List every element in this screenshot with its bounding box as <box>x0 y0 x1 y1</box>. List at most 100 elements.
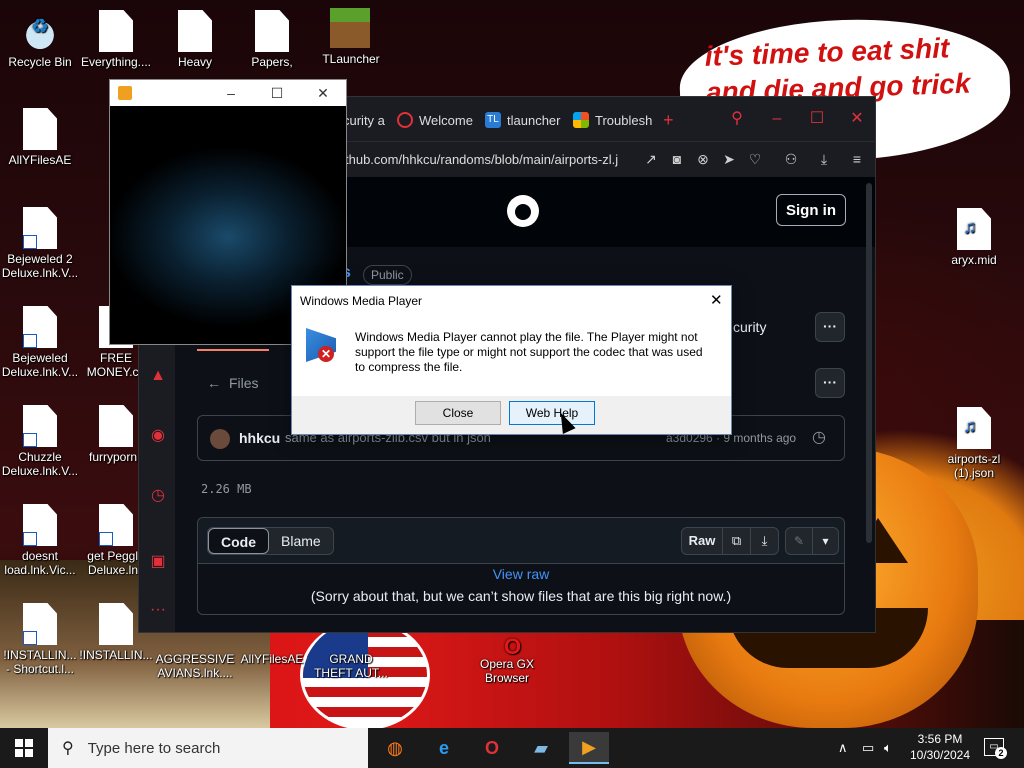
sign-in-button[interactable]: Sign in <box>776 194 846 226</box>
commit-author[interactable]: hhkcu <box>239 430 280 446</box>
microsoft-icon <box>573 112 589 128</box>
share-icon[interactable]: ↗ <box>643 151 659 167</box>
player-icon[interactable]: ◉ <box>149 427 167 445</box>
tab-code[interactable]: Code <box>208 528 269 554</box>
file-manager-icon[interactable]: ▰ <box>521 732 561 764</box>
copy-icon[interactable]: ⧉ <box>722 528 750 554</box>
media-player-icon <box>118 86 132 100</box>
tab-troubleshoot[interactable]: Troublesh <box>573 109 652 131</box>
opera-gx-icon[interactable]: O <box>472 732 512 764</box>
view-raw-link[interactable]: View raw <box>198 566 844 582</box>
desktop-icon-installing-shortcut[interactable]: !INSTALLIN... - Shortcut.l... <box>0 603 80 676</box>
file-size: 2.26 MB <box>201 482 252 496</box>
media-player-icon[interactable]: ▶ <box>569 732 609 764</box>
active-tab-underline <box>197 349 269 351</box>
dialog-footer: Close Web Help <box>292 396 731 434</box>
send-icon[interactable]: ➤ <box>721 151 737 167</box>
error-dialog: Windows Media Player ✕ ✕ Windows Media P… <box>291 285 732 435</box>
desktop-icon-allyfilesae[interactable]: AllYFilesAE <box>0 108 80 167</box>
visibility-badge: Public <box>363 265 412 285</box>
file-toolbar: Code Blame Raw ⧉ ⤓ ✎ ▾ <box>198 518 844 564</box>
url-field[interactable]: thub.com/hhkcu/randoms/blob/main/airport… <box>345 152 618 167</box>
menu-icon[interactable]: ≡ <box>849 151 865 167</box>
firefox-icon[interactable]: ◍ <box>375 732 415 764</box>
desktop-icon-allyfilesae-2[interactable]: AllYFilesAE <box>232 652 312 666</box>
close-icon[interactable]: ✕ <box>300 85 346 102</box>
desktop-icon-airports-json[interactable]: airports-zl (1).json <box>934 407 1014 480</box>
desktop-icon-bejeweled-2[interactable]: Bejeweled 2 Deluxe.lnk.V... <box>0 207 80 280</box>
close-button[interactable]: Close <box>415 401 501 425</box>
file-icon <box>99 603 133 645</box>
desktop-icon-bejeweled[interactable]: Bejeweled Deluxe.lnk.V... <box>0 306 80 379</box>
new-tab-button[interactable]: + <box>663 109 674 131</box>
download-icon[interactable]: ⤓ <box>816 151 832 167</box>
file-icon <box>99 405 133 447</box>
file-icon <box>178 10 212 52</box>
file-icon <box>255 10 289 52</box>
desktop-icon-heavy[interactable]: Heavy <box>155 10 235 69</box>
desktop-icon-gta[interactable]: GRAND THEFT AUT... <box>311 652 391 680</box>
file-icon <box>23 504 57 546</box>
internet-explorer-icon[interactable]: e <box>424 732 464 764</box>
file-icon <box>99 10 133 52</box>
opera-icon <box>397 112 413 128</box>
files-back-link[interactable]: ← Files <box>207 375 259 391</box>
search-icon[interactable]: ⚲ <box>727 109 747 129</box>
close-icon[interactable]: ✕ <box>847 109 867 129</box>
security-tab[interactable]: curity <box>733 319 766 335</box>
tab-welcome[interactable]: Welcome <box>397 109 473 131</box>
tab-tlauncher[interactable]: TL tlauncher <box>485 109 560 131</box>
camera-icon[interactable]: ◙ <box>669 151 685 167</box>
tab-blame[interactable]: Blame <box>269 528 333 554</box>
clock[interactable]: 3:56 PM 10/30/2024 <box>904 731 976 763</box>
volume-icon[interactable]: 🔈︎ <box>884 728 892 768</box>
heart-icon[interactable]: ♡ <box>747 151 763 167</box>
file-icon <box>23 405 57 447</box>
audio-file-icon <box>957 208 991 250</box>
tab-security[interactable]: curity a <box>343 109 385 131</box>
desktop-icon-everything[interactable]: Everything.... <box>76 10 156 69</box>
profile-icon[interactable]: ⚇ <box>783 151 799 167</box>
raw-button[interactable]: Raw <box>682 528 722 554</box>
github-logo-icon[interactable] <box>507 195 539 227</box>
history-icon[interactable]: ◷ <box>149 487 167 505</box>
start-button[interactable] <box>0 728 48 768</box>
aria-icon[interactable]: ▲ <box>149 367 167 385</box>
download-icon[interactable]: ⤓ <box>750 528 778 554</box>
error-icon: ✕ <box>318 346 334 362</box>
avatar[interactable] <box>210 429 230 449</box>
minimize-icon[interactable]: – <box>208 85 254 101</box>
desktop-icon-aggressive-avians[interactable]: AGGRESSIVE AVIANS.lnk.... <box>155 652 235 680</box>
taskbar-search[interactable]: ⚲ Type here to search <box>48 728 368 768</box>
block-icon[interactable]: ⊗ <box>695 151 711 167</box>
repo-more-button[interactable]: ··· <box>815 312 845 342</box>
desktop-icon-opera-gx[interactable]: Opera GX Browser <box>467 632 547 685</box>
windows-logo-icon <box>15 739 33 757</box>
history-icon[interactable]: ◷ <box>812 427 830 446</box>
chevron-down-icon[interactable]: ▾ <box>812 528 838 554</box>
pencil-icon[interactable]: ✎ <box>786 528 812 554</box>
desktop-icon-tlauncher[interactable]: TLauncher <box>311 52 391 66</box>
desktop-icon-chuzzle[interactable]: Chuzzle Deluxe.lnk.V... <box>0 405 80 478</box>
scrollbar[interactable] <box>866 183 872 543</box>
minimize-icon[interactable]: – <box>767 109 787 129</box>
more-icon[interactable]: ··· <box>149 601 167 619</box>
maximize-icon[interactable]: ☐ <box>807 109 827 129</box>
web-help-button[interactable]: Web Help <box>509 401 595 425</box>
taskbar: ⚲ Type here to search ◍ e O ▰ ▶ ∧ ▭ 🔈︎ 3… <box>0 728 1024 768</box>
desktop-icon-doesnt-load[interactable]: doesnt load.lnk.Vic... <box>0 504 80 577</box>
tray-chevron-icon[interactable]: ∧ <box>838 728 848 768</box>
desktop-icon-aryx-mid[interactable]: aryx.mid <box>934 208 1014 267</box>
dialog-title: Windows Media Player <box>300 294 423 308</box>
network-icon[interactable]: ▭ <box>862 728 874 768</box>
gallery-icon[interactable]: ▣ <box>149 553 167 571</box>
desktop-icon-recycle-bin[interactable]: Recycle Bin <box>0 10 80 69</box>
desktop-icon-papers[interactable]: Papers, <box>232 10 312 69</box>
file-icon <box>99 504 133 546</box>
audio-file-icon <box>957 407 991 449</box>
file-more-button[interactable]: ··· <box>815 368 845 398</box>
tlauncher-icon: TL <box>485 112 501 128</box>
notification-icon[interactable]: ▭ 2 <box>984 738 1007 759</box>
maximize-icon[interactable]: ☐ <box>254 85 300 102</box>
close-icon[interactable]: ✕ <box>710 291 723 309</box>
